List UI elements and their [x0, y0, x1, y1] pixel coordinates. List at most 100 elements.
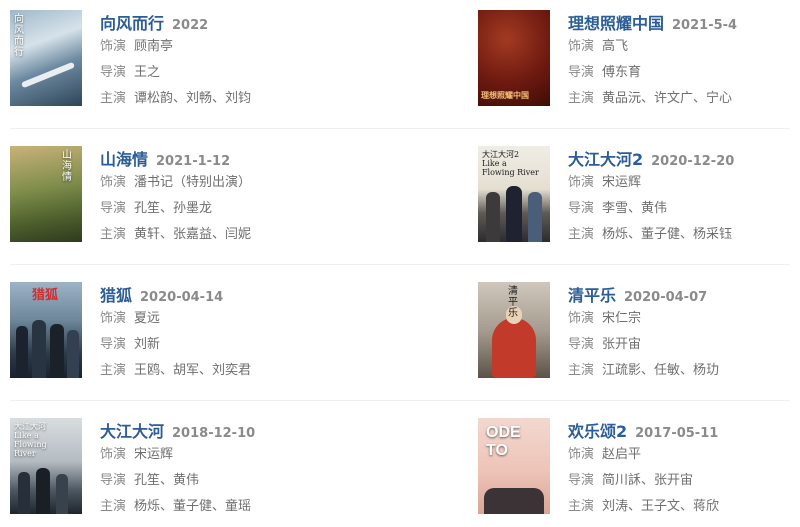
director-label: 导演 [100, 337, 127, 352]
divider [10, 128, 790, 129]
poster-text: 向 风 而 行 [14, 14, 24, 58]
film-card: 理想照耀中国 理想照耀中国 2021-5-4 饰演 高飞 导演 傅东育 主演 黄品沅、… [478, 10, 798, 116]
film-date: 2020-04-07 [624, 290, 708, 305]
poster-image[interactable]: 山 海 情 [10, 146, 82, 242]
poster-text: ODE TO [486, 424, 521, 459]
cast-value: 黄轩、张嘉益、闫妮 [134, 227, 252, 242]
film-date: 2020-04-14 [140, 290, 224, 305]
film-info: 猎狐 2020-04-14 饰演 夏远 导演 刘新 主演 王鸥、胡军、刘奕君 [100, 282, 251, 384]
cast-label: 主演 [100, 499, 127, 514]
poster-image[interactable]: 向 风 而 行 [10, 10, 82, 106]
role-label: 饰演 [100, 447, 127, 462]
film-title[interactable]: 欢乐颂2 [568, 418, 627, 442]
filmography-grid: 向 风 而 行 向风而行 2022 饰演 顾南亭 导演 王之 主演 谭松韵、刘畅、刘钧… [0, 0, 800, 527]
film-card: 大江大河2 Like a Flowing River 大江大河2 2020-12… [478, 146, 798, 252]
role-label: 饰演 [568, 311, 595, 326]
cast-label: 主演 [100, 363, 127, 378]
cast-value: 杨烁、董子健、童瑶 [134, 499, 252, 514]
film-info: 向风而行 2022 饰演 顾南亭 导演 王之 主演 谭松韵、刘畅、刘钧 [100, 10, 251, 112]
role-label: 饰演 [568, 447, 595, 462]
film-title[interactable]: 山海情 [100, 146, 148, 170]
director-label: 导演 [100, 65, 127, 80]
poster-text: 清 平 乐 [508, 286, 518, 319]
cast-value: 谭松韵、刘畅、刘钧 [134, 91, 252, 106]
poster-text: 猎狐 [32, 288, 59, 303]
role-label: 饰演 [568, 175, 595, 190]
role-value: 宋仁宗 [602, 311, 642, 326]
director-value: 简川訸、张开宙 [602, 473, 694, 488]
director-label: 导演 [568, 65, 595, 80]
film-card: 清 平 乐 清平乐 2020-04-07 饰演 宋仁宗 导演 张开宙 主演 江疏影、任… [478, 282, 798, 388]
film-info: 大江大河2 2020-12-20 饰演 宋运辉 导演 李雪、黄伟 主演 杨烁、董子健、… [568, 146, 734, 248]
film-card: ODE TO 欢乐颂2 2017-05-11 饰演 赵启平 导演 简川訸、张开宙 主… [478, 418, 798, 524]
cast-value: 黄品沅、许文广、宁心 [602, 91, 733, 106]
film-title[interactable]: 向风而行 [100, 10, 164, 34]
director-value: 王之 [134, 65, 161, 80]
role-label: 饰演 [100, 175, 127, 190]
film-title[interactable]: 理想照耀中国 [568, 10, 664, 34]
director-label: 导演 [568, 337, 595, 352]
cast-label: 主演 [568, 227, 595, 242]
cast-value: 江疏影、任敏、杨玏 [602, 363, 720, 378]
cast-value: 王鸥、胡军、刘奕君 [134, 363, 252, 378]
film-info: 清平乐 2020-04-07 饰演 宋仁宗 导演 张开宙 主演 江疏影、任敏、杨玏 [568, 282, 719, 384]
poster-text: 山 海 情 [62, 150, 72, 183]
role-value: 赵启平 [602, 447, 642, 462]
role-value: 夏远 [134, 311, 161, 326]
director-value: 李雪、黄伟 [602, 201, 668, 216]
divider [10, 264, 790, 265]
director-value: 孔笙、孙墨龙 [134, 201, 213, 216]
director-value: 张开宙 [602, 337, 642, 352]
poster-image[interactable]: ODE TO [478, 418, 550, 514]
film-date: 2020-12-20 [651, 154, 735, 169]
film-info: 欢乐颂2 2017-05-11 饰演 赵启平 导演 简川訸、张开宙 主演 刘涛、王子文… [568, 418, 719, 520]
divider [10, 400, 790, 401]
director-value: 刘新 [134, 337, 161, 352]
film-title[interactable]: 大江大河2 [568, 146, 643, 170]
poster-text: 理想照耀中国 [481, 90, 529, 100]
film-date: 2021-1-12 [156, 154, 231, 169]
poster-image[interactable]: 猎狐 [10, 282, 82, 378]
cast-value: 刘涛、王子文、蒋欣 [602, 499, 720, 514]
poster-image[interactable]: 大江大河 Like a Flowing River [10, 418, 82, 514]
film-title[interactable]: 清平乐 [568, 282, 616, 306]
director-value: 傅东育 [602, 65, 642, 80]
film-card: 猎狐 猎狐 2020-04-14 饰演 夏远 导演 刘新 主演 王鸥、胡军、刘奕君 [10, 282, 330, 388]
poster-text: 大江大河2 Like a Flowing River [482, 150, 539, 177]
director-label: 导演 [100, 473, 127, 488]
poster-image[interactable]: 大江大河2 Like a Flowing River [478, 146, 550, 242]
film-card: 大江大河 Like a Flowing River 大江大河 2018-12-1… [10, 418, 330, 524]
cast-label: 主演 [568, 91, 595, 106]
cast-label: 主演 [568, 499, 595, 514]
director-label: 导演 [100, 201, 127, 216]
poster-image[interactable]: 理想照耀中国 [478, 10, 550, 106]
film-date: 2021-5-4 [672, 18, 738, 33]
role-label: 饰演 [568, 39, 595, 54]
film-info: 山海情 2021-1-12 饰演 潘书记（特别出演） 导演 孔笙、孙墨龙 主演 黄轩、… [100, 146, 251, 248]
film-title[interactable]: 猎狐 [100, 282, 132, 306]
cast-label: 主演 [100, 91, 127, 106]
role-label: 饰演 [100, 311, 127, 326]
poster-text: 大江大河 Like a Flowing River [14, 422, 47, 458]
film-title[interactable]: 大江大河 [100, 418, 164, 442]
cast-label: 主演 [568, 363, 595, 378]
film-card: 山 海 情 山海情 2021-1-12 饰演 潘书记（特别出演） 导演 孔笙、孙墨龙… [10, 146, 330, 252]
director-value: 孔笙、黄伟 [134, 473, 200, 488]
cast-label: 主演 [100, 227, 127, 242]
director-label: 导演 [568, 201, 595, 216]
role-value: 高飞 [602, 39, 629, 54]
poster-image[interactable]: 清 平 乐 [478, 282, 550, 378]
cast-value: 杨烁、董子健、杨采钰 [602, 227, 733, 242]
role-value: 宋运辉 [602, 175, 642, 190]
film-date: 2022 [172, 18, 209, 33]
film-info: 理想照耀中国 2021-5-4 饰演 高飞 导演 傅东育 主演 黄品沅、许文广、宁心 [568, 10, 737, 112]
director-label: 导演 [568, 473, 595, 488]
film-date: 2017-05-11 [635, 426, 719, 441]
film-info: 大江大河 2018-12-10 饰演 宋运辉 导演 孔笙、黄伟 主演 杨烁、董子健、童… [100, 418, 255, 520]
role-value: 顾南亭 [134, 39, 174, 54]
film-card: 向 风 而 行 向风而行 2022 饰演 顾南亭 导演 王之 主演 谭松韵、刘畅、刘钧 [10, 10, 330, 116]
role-value: 潘书记（特别出演） [134, 175, 252, 190]
role-value: 宋运辉 [134, 447, 174, 462]
role-label: 饰演 [100, 39, 127, 54]
film-date: 2018-12-10 [172, 426, 256, 441]
